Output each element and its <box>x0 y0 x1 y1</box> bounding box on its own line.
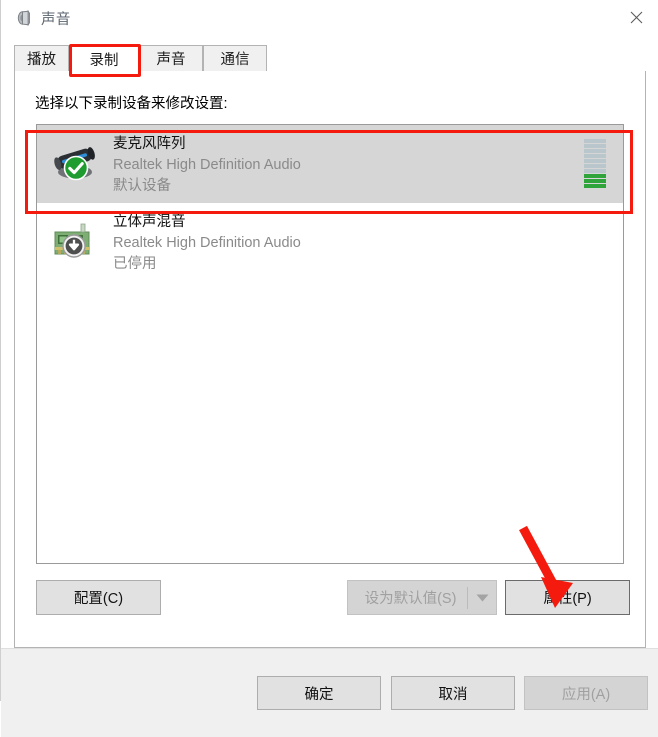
disabled-down-arrow-icon <box>61 233 87 259</box>
window-title: 声音 <box>41 12 71 28</box>
tab-playback[interactable]: 播放 <box>14 45 69 72</box>
configure-button[interactable]: 配置(C) <box>36 580 161 615</box>
tab-strip: 播放 录制 声音 通信 <box>14 45 646 73</box>
tab-sounds[interactable]: 声音 <box>139 45 203 72</box>
device-text-block: 麦克风阵列 Realtek High Definition Audio 默认设备 <box>113 134 301 197</box>
tab-recording[interactable]: 录制 <box>69 45 139 73</box>
cancel-button[interactable]: 取消 <box>391 676 515 710</box>
device-driver: Realtek High Definition Audio <box>113 235 301 251</box>
title-bar: 声音 <box>1 0 658 36</box>
instruction-text: 选择以下录制设备来修改设置: <box>35 96 228 112</box>
tab-playback-label: 播放 <box>27 52 56 68</box>
device-name: 立体声混音 <box>113 214 186 230</box>
volume-meter <box>584 139 606 188</box>
ok-button-label: 确定 <box>304 686 334 703</box>
device-status: 已停用 <box>113 256 157 272</box>
recording-device-list[interactable]: 麦克风阵列 Realtek High Definition Audio 默认设备 <box>36 124 624 564</box>
properties-button[interactable]: 属性(P) <box>505 580 630 615</box>
apply-button-label: 应用(A) <box>561 686 611 703</box>
list-item-stereo-mix[interactable]: 立体声混音 Realtek High Definition Audio 已停用 <box>37 203 623 281</box>
properties-button-label: 属性(P) <box>543 591 592 607</box>
green-check-icon <box>63 155 89 181</box>
chevron-down-icon[interactable] <box>468 594 496 602</box>
ok-button[interactable]: 确定 <box>257 676 381 710</box>
apply-button: 应用(A) <box>524 676 648 710</box>
dialog-footer: 确定 取消 应用(A) <box>1 648 658 737</box>
device-text-block: 立体声混音 Realtek High Definition Audio 已停用 <box>113 212 301 275</box>
device-status: 默认设备 <box>113 178 171 194</box>
configure-button-label: 配置(C) <box>73 591 124 607</box>
list-item-microphone-array[interactable]: 麦克风阵列 Realtek High Definition Audio 默认设备 <box>37 125 623 203</box>
device-name: 麦克风阵列 <box>113 136 186 152</box>
tab-recording-label: 录制 <box>89 52 119 69</box>
sound-dialog-window: 声音 播放 录制 声音 通信 选择以下录制设备来修改设置: 麦克风阵列 Real… <box>0 0 658 737</box>
recording-tab-panel: 选择以下录制设备来修改设置: 麦克风阵列 Realtek High Defini… <box>14 71 646 648</box>
set-default-button-label: 设为默认值(S) <box>364 591 457 607</box>
set-default-split-button: 设为默认值(S) <box>347 580 497 615</box>
tab-communications[interactable]: 通信 <box>203 45 267 72</box>
tab-sounds-label: 声音 <box>156 52 186 68</box>
device-driver: Realtek High Definition Audio <box>113 157 301 173</box>
cancel-button-label: 取消 <box>438 686 468 703</box>
speaker-icon <box>15 9 33 27</box>
dialog-body: 播放 录制 声音 通信 选择以下录制设备来修改设置: 麦克风阵列 Realtek… <box>1 36 658 737</box>
tab-communications-label: 通信 <box>220 52 250 68</box>
close-button[interactable] <box>613 0 658 34</box>
